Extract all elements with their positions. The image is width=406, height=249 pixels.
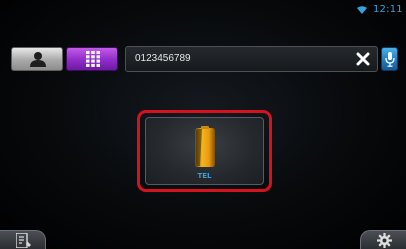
voice-dial-button[interactable] [381,47,398,71]
tel-label: TEL [197,172,212,180]
person-icon [30,52,46,67]
settings-button[interactable] [360,230,406,249]
keypad-icon [86,51,100,67]
status-clock: 12:11 [373,4,403,15]
phone-number-value: 0123456789 [135,53,191,64]
wifi-icon [357,6,367,14]
menu-icon [16,233,31,248]
menu-button[interactable] [0,230,46,249]
status-bar: 12:11 [0,0,406,20]
close-icon[interactable] [356,52,370,66]
phone-icon [195,126,215,167]
gear-icon [377,233,392,248]
contacts-button[interactable] [11,47,63,71]
microphone-icon [385,52,395,67]
phone-number-input[interactable]: 0123456789 [125,46,378,72]
bottom-bar [0,227,406,249]
phone-dial-screen: 12:11 0123456789 TEL [0,0,406,249]
tel-button[interactable]: TEL [145,117,264,185]
dialpad-button[interactable] [66,47,118,71]
